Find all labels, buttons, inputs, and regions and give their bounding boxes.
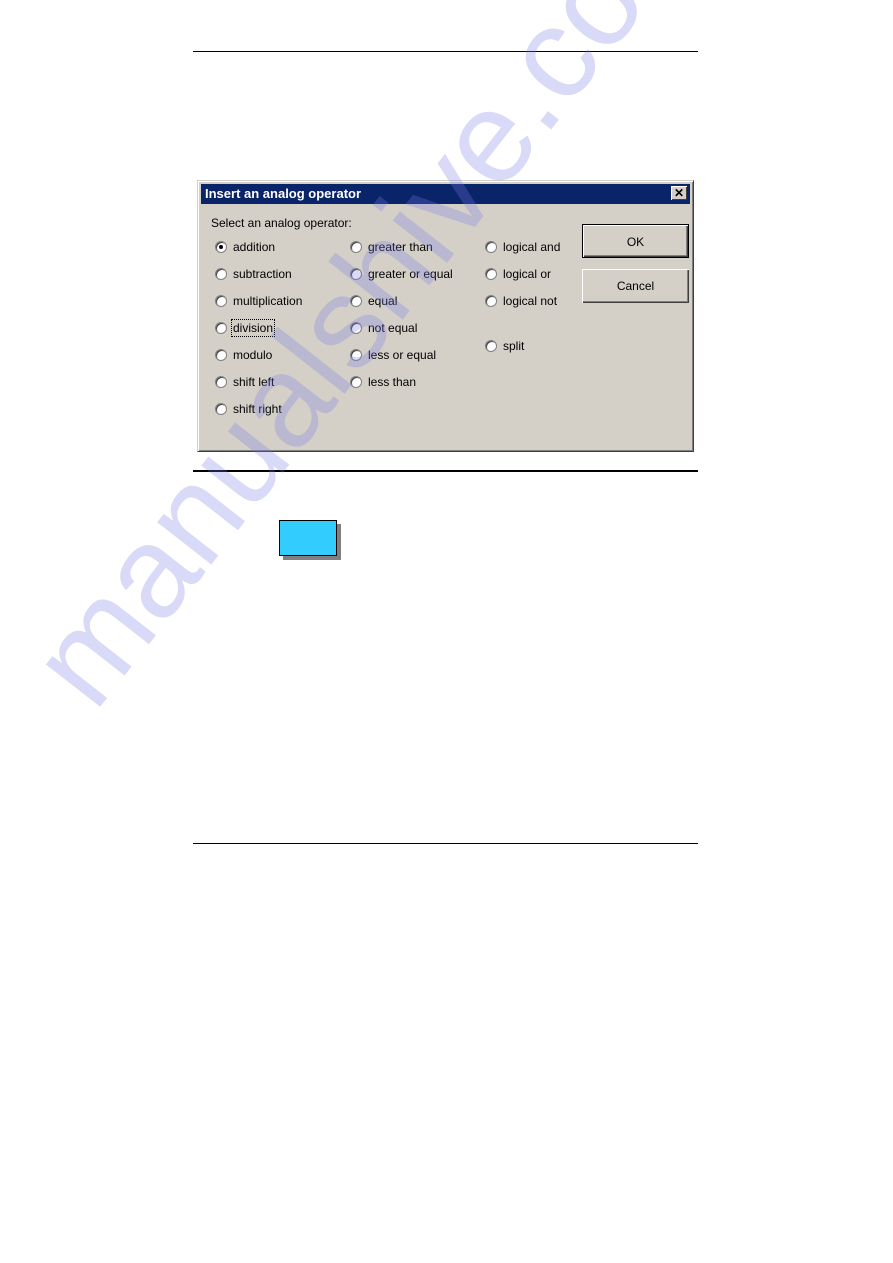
radio-less-than[interactable]: less than [350, 374, 416, 390]
radio-button-icon[interactable] [215, 268, 227, 280]
radio-label: greater than [368, 240, 433, 254]
radio-button-icon[interactable] [485, 340, 497, 352]
radio-label: shift right [233, 402, 282, 416]
operator-group-label: Select an analog operator: [211, 216, 352, 230]
radio-label: subtraction [233, 267, 292, 281]
radio-label: less than [368, 375, 417, 389]
page-header-rule [193, 51, 698, 52]
radio-button-icon[interactable] [485, 295, 497, 307]
radio-logical-or[interactable]: logical or [485, 266, 551, 282]
radio-button-icon[interactable] [485, 241, 497, 253]
radio-button-icon[interactable] [215, 295, 227, 307]
radio-label: logical not [503, 294, 558, 308]
radio-button-icon[interactable] [215, 403, 227, 415]
radio-addition[interactable]: addition [215, 239, 275, 255]
radio-multiplication[interactable]: multiplication [215, 293, 302, 309]
radio-button-icon[interactable] [350, 322, 362, 334]
radio-button-icon[interactable] [215, 376, 227, 388]
radio-label: logical and [503, 240, 561, 254]
radio-shift-right[interactable]: shift right [215, 401, 282, 417]
radio-button-icon[interactable] [215, 241, 227, 253]
radio-logical-and[interactable]: logical and [485, 239, 560, 255]
radio-shift-left[interactable]: shift left [215, 374, 274, 390]
radio-label: greater or equal [368, 267, 453, 281]
insert-analog-operator-dialog: Insert an analog operator ✕ Select an an… [197, 180, 694, 452]
radio-modulo[interactable]: modulo [215, 347, 272, 363]
radio-label: logical or [503, 267, 552, 281]
radio-button-icon[interactable] [215, 349, 227, 361]
radio-label: equal [368, 294, 398, 308]
ok-button[interactable]: OK [582, 224, 689, 258]
cancel-button[interactable]: Cancel [582, 269, 689, 303]
radio-logical-not[interactable]: logical not [485, 293, 557, 309]
radio-label: modulo [233, 348, 273, 362]
section-rule [193, 470, 698, 472]
page-footer-rule [193, 843, 698, 844]
radio-label: not equal [368, 321, 418, 335]
dialog-titlebar: Insert an analog operator ✕ [201, 184, 690, 204]
radio-button-icon[interactable] [350, 268, 362, 280]
radio-label: split [503, 339, 525, 353]
radio-split[interactable]: split [485, 338, 524, 354]
radio-not-equal[interactable]: not equal [350, 320, 417, 336]
radio-label: shift left [233, 375, 275, 389]
radio-division[interactable]: division [215, 319, 276, 337]
radio-subtraction[interactable]: subtraction [215, 266, 292, 282]
radio-button-icon[interactable] [350, 241, 362, 253]
radio-button-icon[interactable] [350, 349, 362, 361]
dialog-title: Insert an analog operator [205, 186, 362, 201]
radio-label: multiplication [233, 294, 303, 308]
radio-button-icon[interactable] [215, 322, 227, 334]
radio-button-icon[interactable] [350, 376, 362, 388]
radio-greater-than[interactable]: greater than [350, 239, 433, 255]
close-icon[interactable]: ✕ [671, 186, 687, 200]
radio-label: division [230, 319, 276, 337]
operator-block-shape [279, 520, 337, 556]
radio-equal[interactable]: equal [350, 293, 397, 309]
radio-button-icon[interactable] [350, 295, 362, 307]
radio-label: addition [233, 240, 276, 254]
radio-greater-or-equal[interactable]: greater or equal [350, 266, 453, 282]
radio-button-icon[interactable] [485, 268, 497, 280]
radio-label: less or equal [368, 348, 437, 362]
radio-less-or-equal[interactable]: less or equal [350, 347, 436, 363]
